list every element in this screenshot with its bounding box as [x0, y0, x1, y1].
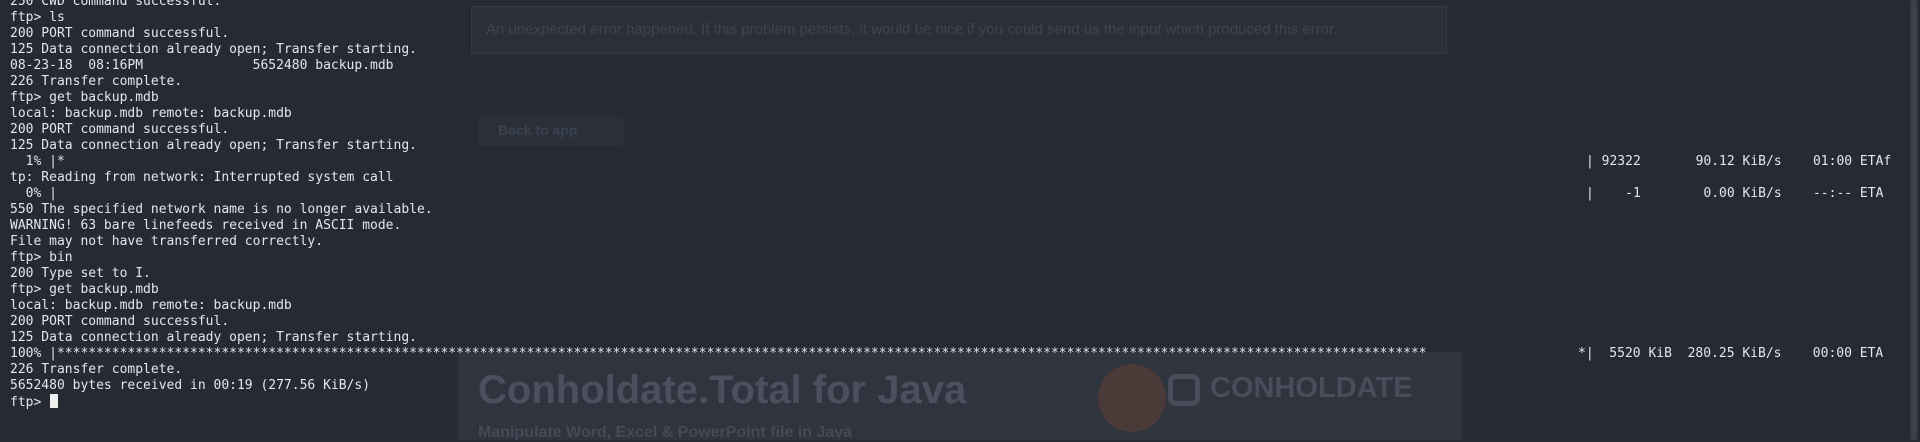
terminal-line: 226 Transfer complete. [10, 74, 183, 89]
terminal-line: local: backup.mdb remote: backup.mdb [10, 106, 292, 121]
terminal-line: 08-23-18 08:16PM 5652480 backup.mdb [10, 58, 394, 73]
prompt-line[interactable]: ftp> [10, 394, 59, 410]
progress-line: 100% |**********************************… [10, 346, 1427, 361]
scrollbar[interactable] [1910, 0, 1918, 440]
terminal-line: 200 PORT command successful. [10, 26, 230, 41]
terminal-line: WARNING! 63 bare linefeeds received in A… [10, 218, 402, 233]
terminal-line: 125 Data connection already open; Transf… [10, 330, 417, 345]
progress-stats: | -1 0.00 KiB/s --:-- ETA [1586, 186, 1884, 201]
prompt-text: ftp> [10, 395, 50, 410]
terminal-line: 125 Data connection already open; Transf… [10, 42, 417, 57]
terminal-line: 200 PORT command successful. [10, 122, 230, 137]
terminal-line: 200 Type set to I. [10, 266, 151, 281]
terminal-line: ftp> get backup.mdb [10, 90, 159, 105]
scrollbar-thumb[interactable] [1911, 0, 1917, 440]
progress-stats: *| 5520 KiB 280.25 KiB/s 00:00 ETA [1578, 346, 1884, 361]
terminal-line: File may not have transferred correctly. [10, 234, 324, 249]
progress-line: 1% |* [10, 154, 65, 169]
progress-line: 0% | [10, 186, 57, 201]
terminal-line: 550 The specified network name is no lon… [10, 202, 433, 217]
terminal-line: 250 CWD command successful. [10, 0, 222, 9]
terminal-line: 125 Data connection already open; Transf… [10, 138, 417, 153]
terminal-line: local: backup.mdb remote: backup.mdb [10, 298, 292, 313]
progress-stats: | 92322 90.12 KiB/s 01:00 ETAf [1586, 154, 1892, 169]
terminal-line: ftp> get backup.mdb [10, 282, 159, 297]
terminal-line: ftp> bin [10, 250, 73, 265]
cursor [50, 394, 59, 408]
terminal-line: 200 PORT command successful. [10, 314, 230, 329]
terminal-output[interactable]: 250 CWD command successful. ftp> ls 200 … [0, 0, 1900, 440]
terminal-line: 5652480 bytes received in 00:19 (277.56 … [10, 378, 371, 393]
terminal-line: ftp> ls [10, 10, 65, 25]
terminal-line: 226 Transfer complete. [10, 362, 183, 377]
terminal-line: tp: Reading from network: Interrupted sy… [10, 170, 394, 185]
